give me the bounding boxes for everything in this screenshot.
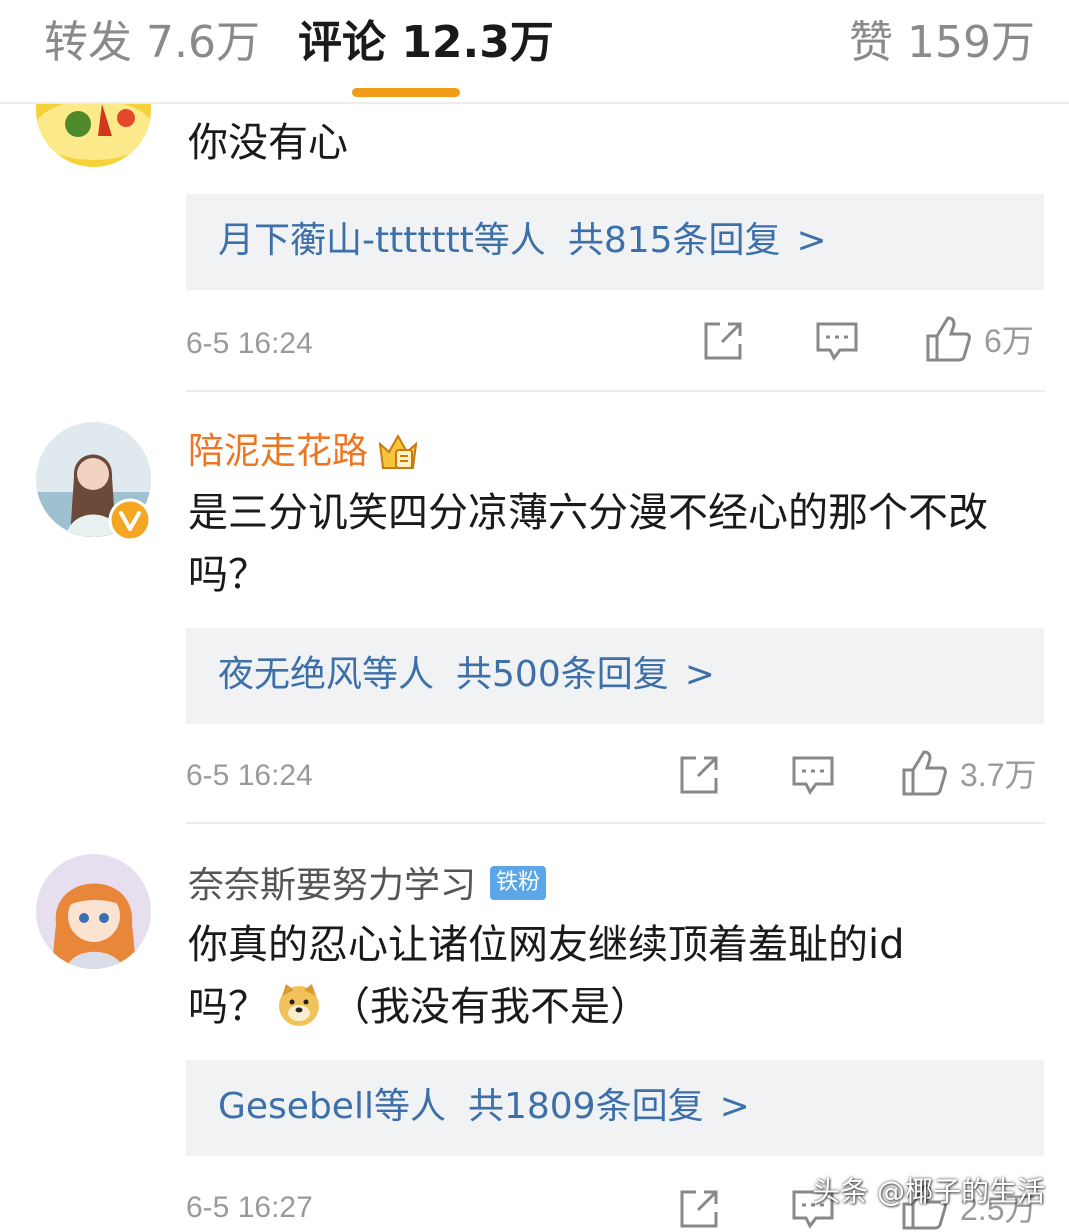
- reply-count: 共1809条回复: [467, 1086, 704, 1127]
- share-button[interactable]: [700, 318, 746, 364]
- like-count: 6万: [984, 323, 1034, 359]
- tab-repost[interactable]: 转发 7.6万: [44, 14, 260, 72]
- reply-count: 共815条回复: [567, 220, 781, 261]
- comment-text: 是三分讥笑四分凉薄六分漫不经心的那个不改吗？: [188, 490, 988, 598]
- tab-comment[interactable]: 评论 12.3万: [298, 14, 554, 72]
- comment-time: 6-5 16:27: [186, 1191, 313, 1224]
- comment-icon: [792, 756, 834, 795]
- username-text: 奈奈斯要努力学习: [188, 865, 477, 906]
- comment-text-line: 你真的忍心让诸位网友继续顶着羞耻的id: [188, 922, 905, 968]
- reply-count: 共500条回复: [456, 654, 669, 695]
- like-button[interactable]: 3.7万: [900, 748, 1037, 798]
- comment-item: 陪泥走花路 是三分讥笑四分凉薄六分漫不经心的那个不改吗？ 夜无绝风等人 共500条…: [0, 392, 1069, 824]
- comment-text: 你真的忍心让诸位网友继续顶着羞耻的id 吗？ （我没有我不是）: [188, 914, 1048, 1038]
- comment-text: 你没有心: [188, 120, 348, 166]
- chevron-right-icon: >: [796, 220, 827, 261]
- like-button[interactable]: 6万: [924, 314, 1034, 364]
- reply-users: Gesebell等人: [218, 1086, 446, 1127]
- reply-users: 月下蘅山-ttttttt等人: [218, 220, 546, 261]
- avatar[interactable]: [36, 854, 151, 969]
- comment-text-line: 吗？ （我没有我不是）: [188, 976, 1048, 1038]
- comment-icon: [816, 322, 858, 361]
- username-text: 陪泥走花路: [188, 431, 369, 472]
- reply-button[interactable]: [814, 320, 860, 362]
- share-button[interactable]: [676, 1186, 722, 1232]
- reply-summary[interactable]: 夜无绝风等人 共500条回复 >: [186, 628, 1044, 724]
- chevron-right-icon: >: [684, 654, 715, 695]
- thumbs-up-icon: [902, 750, 947, 796]
- comment-time: 6-5 16:24: [186, 759, 313, 792]
- comment-text-fragment: （我没有我不是）: [330, 984, 650, 1030]
- share-icon: [680, 756, 718, 794]
- reply-button[interactable]: [790, 754, 836, 796]
- comment-text-fragment: 吗？: [188, 984, 268, 1030]
- share-button[interactable]: [676, 752, 722, 798]
- comment-item: 奈奈斯要努力学习 铁粉 你真的忍心让诸位网友继续顶着羞耻的id 吗？ （我没有我不…: [0, 824, 1069, 1232]
- reply-summary[interactable]: Gesebell等人 共1809条回复 >: [186, 1060, 1044, 1156]
- like-count: 3.7万: [960, 757, 1037, 793]
- reply-summary[interactable]: 月下蘅山-ttttttt等人 共815条回复 >: [186, 194, 1044, 290]
- active-tab-indicator: [352, 88, 460, 97]
- thumbs-up-icon: [926, 316, 971, 362]
- share-icon: [680, 1190, 718, 1228]
- reply-users: 夜无绝风等人: [218, 654, 435, 695]
- comment-time: 6-5 16:24: [186, 327, 313, 360]
- watermark: 头条 @椰子的生活: [812, 1175, 1045, 1208]
- fan-badge: 铁粉: [490, 866, 547, 900]
- chevron-right-icon: >: [719, 1086, 750, 1127]
- username[interactable]: 奈奈斯要努力学习 铁粉: [188, 862, 547, 910]
- crown-badge-icon: [378, 433, 418, 469]
- comment-tab-bar: 转发 7.6万 评论 12.3万 赞 159万: [0, 0, 1069, 104]
- doge-emoji-icon: [279, 984, 319, 1026]
- verified-badge-icon: [108, 498, 152, 542]
- tab-like[interactable]: 赞 159万: [849, 14, 1035, 72]
- share-icon: [704, 322, 742, 360]
- username[interactable]: 陪泥走花路: [188, 428, 420, 476]
